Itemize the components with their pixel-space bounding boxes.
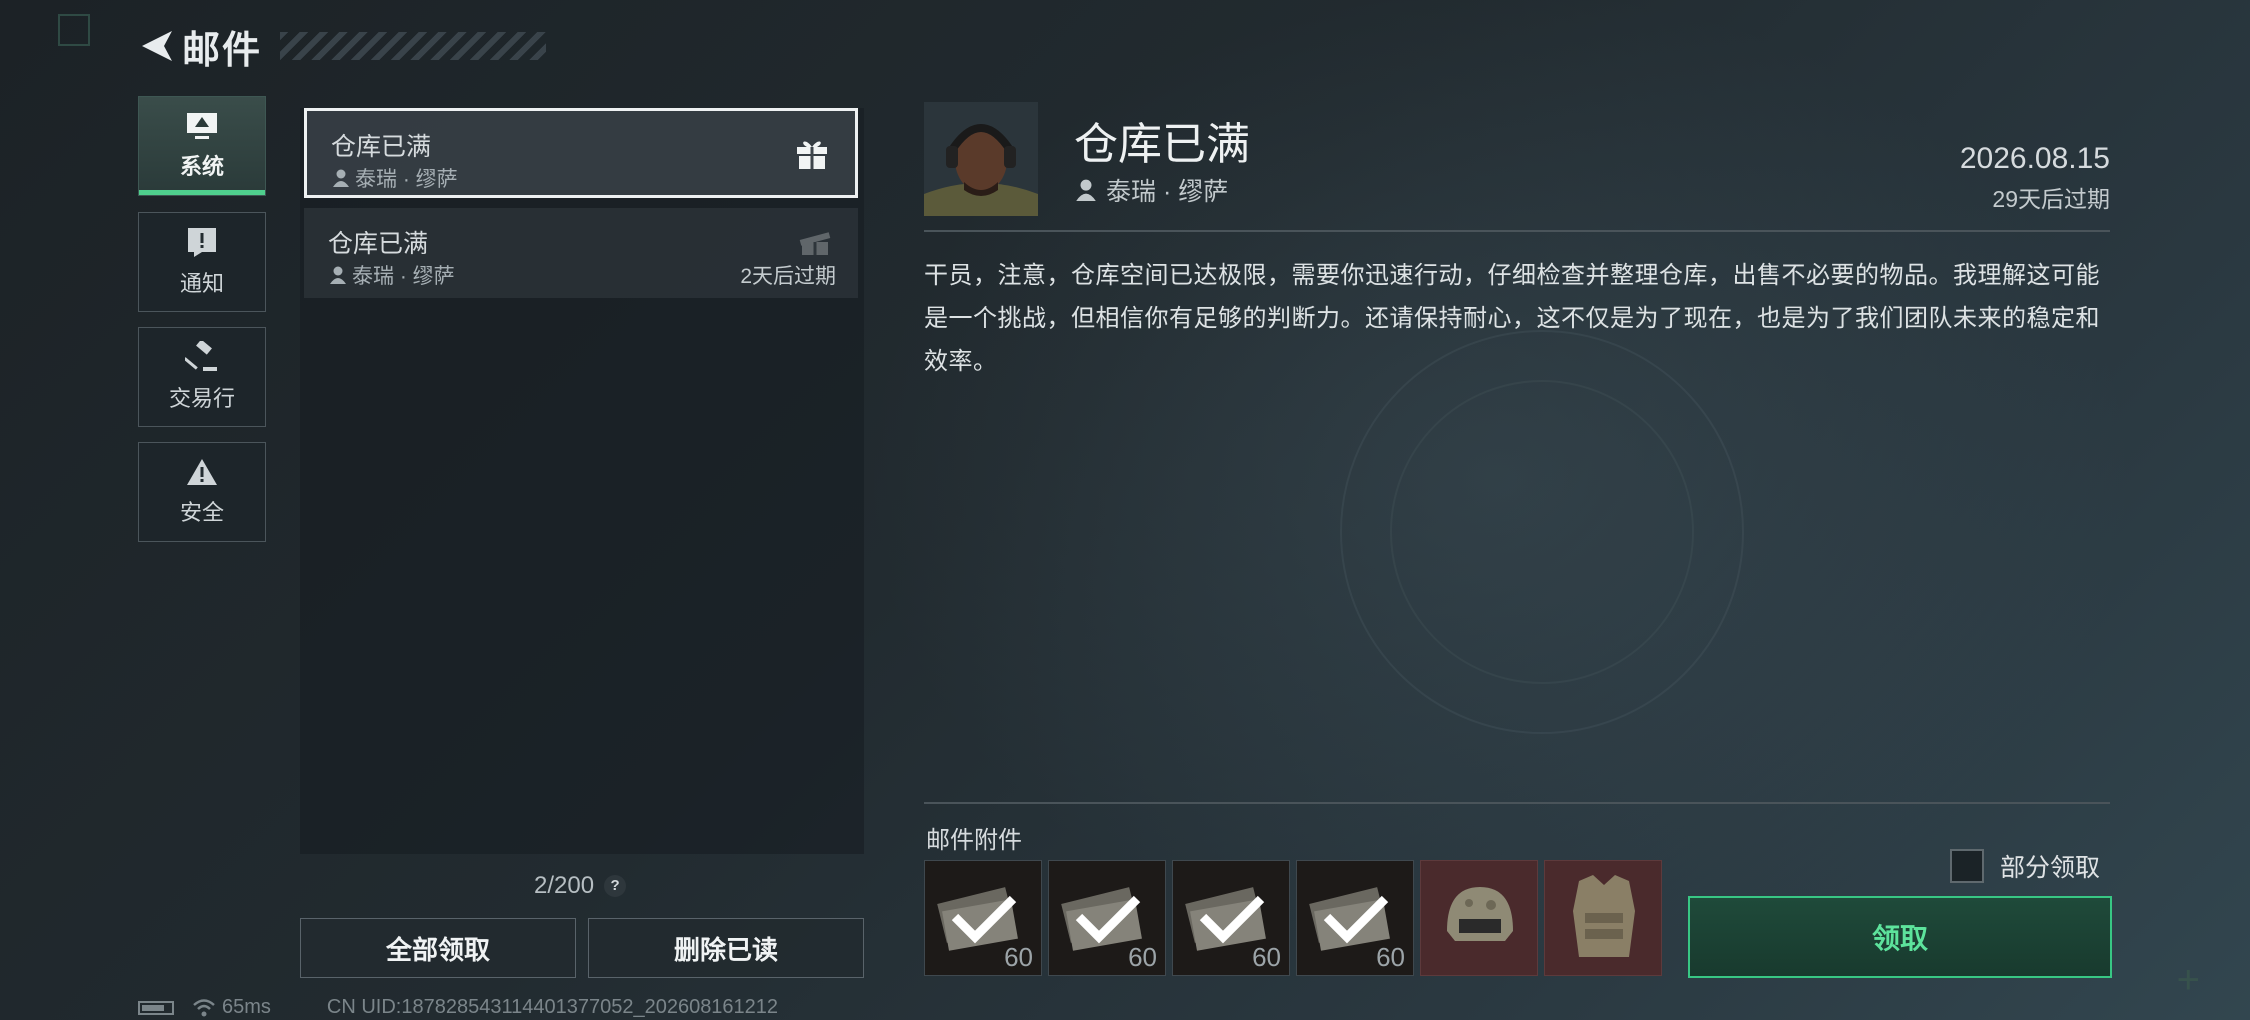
delete-read-button[interactable]: 删除已读 — [588, 918, 864, 978]
header-hatch-decoration — [280, 32, 546, 60]
attachment-slot[interactable] — [1544, 860, 1662, 976]
mail-detail-body: 干员，注意，仓库空间已达极限，需要你迅速行动，仔细检查并整理仓库，出售不必要的物… — [924, 262, 2100, 375]
page-header: 邮件 — [138, 24, 262, 72]
back-arrow-icon[interactable] — [138, 27, 176, 65]
wifi-icon — [193, 998, 215, 1016]
gavel-icon — [185, 341, 217, 371]
tab-notice[interactable]: 通知 — [138, 212, 266, 312]
warning-icon — [187, 459, 217, 485]
mail-item-sender: 泰瑞 · 缪萨 — [330, 260, 455, 290]
sender-avatar — [924, 102, 1038, 216]
attachment-count: 60 — [1128, 942, 1157, 972]
partial-claim-toggle[interactable]: 部分领取 — [1950, 848, 2100, 884]
help-icon[interactable]: ? — [604, 875, 627, 897]
attachment-count: 60 — [1004, 942, 1033, 972]
mail-detail-title: 仓库已满 — [1074, 120, 1250, 169]
mail-item-expire: 2天后过期 — [740, 265, 836, 288]
person-icon — [333, 169, 349, 187]
ping-value: 65ms — [222, 996, 271, 1018]
person-icon — [330, 266, 346, 284]
active-tab-indicator — [139, 190, 265, 195]
tab-system[interactable]: 系统 — [138, 96, 266, 196]
attachments-label: 邮件附件 — [926, 827, 1022, 854]
helmet-icon — [1447, 887, 1513, 941]
mail-item-title: 仓库已满 — [328, 230, 429, 258]
attachment-slot[interactable]: 60 — [1296, 860, 1414, 976]
monitor-icon — [187, 113, 217, 139]
tab-label: 安全 — [179, 500, 224, 525]
mail-detail-expire: 29天后过期 — [1992, 186, 2110, 212]
partial-claim-checkbox[interactable] — [1950, 849, 1984, 883]
mail-item-title: 仓库已满 — [331, 133, 432, 161]
mail-counter: 2/200 ? — [534, 872, 627, 900]
attachment-divider — [924, 802, 2110, 804]
mail-item-sender: 泰瑞 · 缪萨 — [333, 163, 458, 193]
mail-list-item[interactable]: 仓库已满 泰瑞 · 缪萨 — [304, 108, 858, 198]
tab-trading[interactable]: 交易行 — [138, 327, 266, 427]
corner-decoration — [58, 14, 90, 46]
background-emblem-inner — [1390, 380, 1694, 684]
alert-icon — [188, 228, 216, 257]
mail-detail-sender: 泰瑞 · 缪萨 — [1076, 172, 1228, 208]
body-armor-icon — [1573, 875, 1635, 957]
mail-list-item[interactable]: 仓库已满 泰瑞 · 缪萨 2天后过期 — [304, 208, 858, 298]
attachment-slot[interactable]: 60 — [1048, 860, 1166, 976]
attachment-slot[interactable]: 60 — [924, 860, 1042, 976]
attachment-count: 60 — [1376, 942, 1405, 972]
gift-opened-icon — [799, 232, 831, 255]
attachment-slot[interactable] — [1420, 860, 1538, 976]
page-title: 邮件 — [182, 29, 263, 72]
tab-label: 通知 — [179, 271, 224, 296]
tab-label: 交易行 — [168, 386, 235, 411]
mail-list: 仓库已满 泰瑞 · 缪萨 仓库已满 泰瑞 · 缪萨 2天后过期 — [300, 108, 864, 854]
gift-icon — [797, 141, 827, 169]
uid-text: CN UID:187828543114401377052_20260816121… — [326, 996, 779, 1018]
status-bar: 65ms CN UID:187828543114401377052_202608… — [138, 996, 778, 1019]
corner-plus-decoration: + — [2176, 958, 2200, 1002]
tab-security[interactable]: 安全 — [138, 442, 266, 542]
detail-divider — [924, 230, 2110, 232]
tab-label: 系统 — [179, 154, 224, 179]
mail-detail-date: 2026.08.15 — [1959, 142, 2110, 175]
attachment-count: 60 — [1252, 942, 1281, 972]
claim-button[interactable]: 领取 — [1688, 896, 2112, 978]
person-icon — [1076, 179, 1096, 201]
battery-icon — [138, 1000, 174, 1015]
claim-all-button[interactable]: 全部领取 — [300, 918, 576, 978]
attachment-slot[interactable]: 60 — [1172, 860, 1290, 976]
